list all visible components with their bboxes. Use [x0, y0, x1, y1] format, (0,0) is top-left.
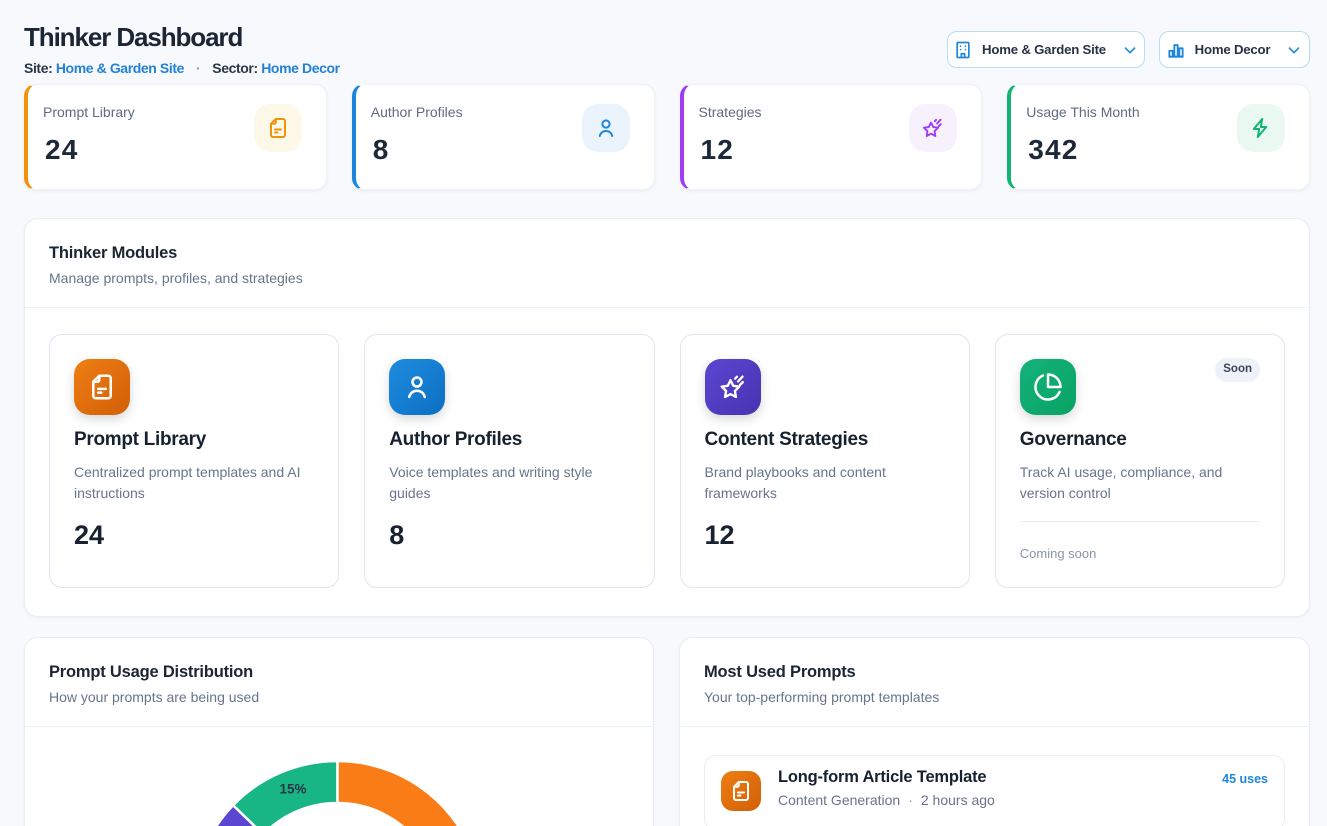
- svg-text:15%: 15%: [279, 781, 306, 796]
